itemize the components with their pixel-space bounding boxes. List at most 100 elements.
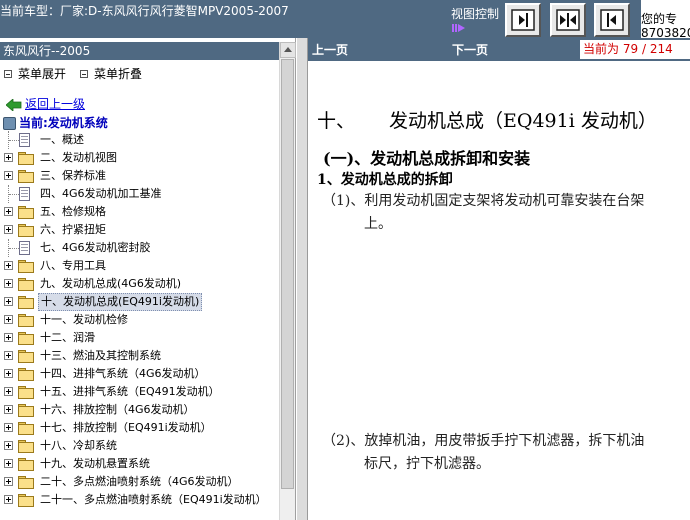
- expand-toggle-icon[interactable]: [4, 315, 13, 324]
- expand-toggle-icon[interactable]: [4, 225, 13, 234]
- tree-item[interactable]: 十七、排放控制（EQ491i发动机）: [0, 419, 279, 437]
- tree-item-label[interactable]: 二十一、多点燃油喷射系统（EQ491i发动机）: [38, 491, 269, 509]
- tree-item[interactable]: 五、检修规格: [0, 203, 279, 221]
- folder-icon: [18, 350, 34, 363]
- tree-item[interactable]: 十三、燃油及其控制系统: [0, 347, 279, 365]
- tree-item-label[interactable]: 十五、进排气系统（EQ491发动机）: [38, 383, 222, 401]
- folder-icon: [18, 296, 34, 309]
- page-separator: /: [641, 42, 646, 56]
- expand-toggle-icon[interactable]: [4, 387, 13, 396]
- expand-toggle-icon[interactable]: [4, 459, 13, 468]
- view-center-button[interactable]: [550, 3, 586, 37]
- expand-toggle-icon[interactable]: [4, 351, 13, 360]
- folder-icon: [18, 152, 34, 165]
- folder-icon: [18, 476, 34, 489]
- expand-menu-button[interactable]: 菜单展开: [4, 65, 66, 82]
- prev-page-link[interactable]: 上一页: [312, 41, 348, 58]
- tree-item-label[interactable]: 十二、润滑: [38, 329, 97, 347]
- view-right-button[interactable]: [594, 3, 630, 37]
- tree-item[interactable]: 二十一、多点燃油喷射系统（EQ491i发动机）: [0, 491, 279, 509]
- tree-item-label[interactable]: 十三、燃油及其控制系统: [38, 347, 163, 365]
- expand-menu-label: 菜单展开: [18, 67, 67, 81]
- folder-icon: [18, 224, 34, 237]
- doc-step-1: （1)、利用发动机固定支架将发动机可靠安装在台架 上。: [322, 190, 644, 236]
- tree-item[interactable]: 八、专用工具: [0, 257, 279, 275]
- tree-item[interactable]: 十八、冷却系统: [0, 437, 279, 455]
- tree-item-label[interactable]: 七、4G6发动机密封胶: [38, 239, 153, 257]
- tree-item-label[interactable]: 十九、发动机悬置系统: [38, 455, 152, 473]
- tree-item[interactable]: 二十、多点燃油喷射系统（4G6发动机）: [0, 473, 279, 491]
- document-icon: [19, 241, 30, 255]
- tree-item-label[interactable]: 九、发动机总成(4G6发动机): [38, 275, 183, 293]
- tree-item[interactable]: 十五、进排气系统（EQ491发动机）: [0, 383, 279, 401]
- back-link-label: 返回上一级: [25, 97, 86, 111]
- expand-toggle-icon[interactable]: [4, 495, 13, 504]
- computer-icon: [3, 117, 16, 130]
- tree-item-label[interactable]: 三、保养标准: [38, 167, 108, 185]
- tree-item-label[interactable]: 二、发动机视图: [38, 149, 119, 167]
- tree-item[interactable]: 十二、润滑: [0, 329, 279, 347]
- folder-icon: [18, 458, 34, 471]
- expand-square-icon: [4, 69, 12, 78]
- expand-toggle-icon[interactable]: [4, 333, 13, 342]
- tree-item[interactable]: 七、4G6发动机密封胶: [0, 239, 279, 257]
- tree-item-label[interactable]: 十六、排放控制（4G6发动机）: [38, 401, 197, 419]
- doc-title: 十、 发动机总成（EQ491i 发动机）: [317, 106, 657, 133]
- next-page-link[interactable]: 下一页: [452, 41, 488, 58]
- expand-toggle-icon[interactable]: [4, 171, 13, 180]
- scroll-up-button[interactable]: [280, 42, 296, 58]
- tree-item[interactable]: 九、发动机总成(4G6发动机): [0, 275, 279, 293]
- folder-icon: [18, 170, 34, 183]
- view-left-button[interactable]: [505, 3, 541, 37]
- tree-item-label[interactable]: 四、4G6发动机加工基准: [38, 185, 164, 203]
- tree-item-label[interactable]: 五、检修规格: [38, 203, 108, 221]
- tree-item[interactable]: 十、发动机总成(EQ491i发动机): [0, 293, 279, 311]
- tree-item-label[interactable]: 十四、进排气系统（4G6发动机）: [38, 365, 208, 383]
- tree-item-label[interactable]: 十、发动机总成(EQ491i发动机): [38, 293, 203, 311]
- tree-item-label[interactable]: 六、拧紧扭矩: [38, 221, 108, 239]
- tree-item[interactable]: 十六、排放控制（4G6发动机）: [0, 401, 279, 419]
- tree-item-label[interactable]: 十七、排放控制（EQ491i发动机）: [38, 419, 214, 437]
- tree-item[interactable]: 三、保养标准: [0, 167, 279, 185]
- expand-toggle-icon[interactable]: [4, 441, 13, 450]
- folder-icon: [18, 278, 34, 291]
- expand-toggle-icon[interactable]: [4, 153, 13, 162]
- back-link[interactable]: 返回上一级: [6, 95, 85, 112]
- tree-item[interactable]: 二、发动机视图: [0, 149, 279, 167]
- collapse-menu-button[interactable]: 菜单折叠: [80, 65, 142, 82]
- tree-item-label[interactable]: 一、概述: [38, 131, 86, 149]
- tree-item[interactable]: 六、拧紧扭矩: [0, 221, 279, 239]
- chapter-tree: 一、概述 二、发动机视图 三、保养标准 四、4G6发动机加工基准 五、检修规格 六、拧紧扭…: [0, 131, 279, 509]
- view-control-label: 视图控制: [451, 7, 500, 21]
- page-current: 79: [622, 42, 639, 56]
- pane-splitter[interactable]: [296, 38, 308, 520]
- right-info-line1: 您的专: [641, 12, 678, 26]
- expand-toggle-icon[interactable]: [4, 207, 13, 216]
- tree-item-label[interactable]: 十八、冷却系统: [38, 437, 119, 455]
- tree-item-label[interactable]: 十一、发动机检修: [38, 311, 130, 329]
- tree-item[interactable]: 十一、发动机检修: [0, 311, 279, 329]
- folder-icon: [18, 260, 34, 273]
- expand-toggle-icon[interactable]: [4, 405, 13, 414]
- page-prefix: 当前为: [583, 42, 620, 56]
- tree-item[interactable]: 十九、发动机悬置系统: [0, 455, 279, 473]
- sidebar-scrollbar[interactable]: [279, 42, 296, 520]
- right-info-panel: 您的专 8703820: [641, 0, 690, 38]
- collapse-square-icon: [80, 69, 88, 78]
- expand-toggle-icon[interactable]: [4, 369, 13, 378]
- expand-toggle-icon[interactable]: [4, 261, 13, 270]
- expand-toggle-icon[interactable]: [4, 423, 13, 432]
- tree-item[interactable]: 四、4G6发动机加工基准: [0, 185, 279, 203]
- expand-toggle-icon[interactable]: [4, 279, 13, 288]
- expand-toggle-icon[interactable]: [4, 297, 13, 306]
- page-indicator: 当前为 79 / 214: [580, 40, 690, 59]
- folder-icon: [18, 494, 34, 507]
- expand-toggle-icon[interactable]: [4, 477, 13, 486]
- tree-item[interactable]: 十四、进排气系统（4G6发动机）: [0, 365, 279, 383]
- tree-item[interactable]: 一、概述: [0, 131, 279, 149]
- tree-item-label[interactable]: 八、专用工具: [38, 257, 108, 275]
- scroll-thumb[interactable]: [281, 59, 294, 489]
- sidebar: 东风风行--2005 菜单展开 菜单折叠 返回上一级 当前:发动机系统 一、概述…: [0, 38, 296, 520]
- tree-item-label[interactable]: 二十、多点燃油喷射系统（4G6发动机）: [38, 473, 241, 491]
- back-arrow-icon: [6, 98, 22, 111]
